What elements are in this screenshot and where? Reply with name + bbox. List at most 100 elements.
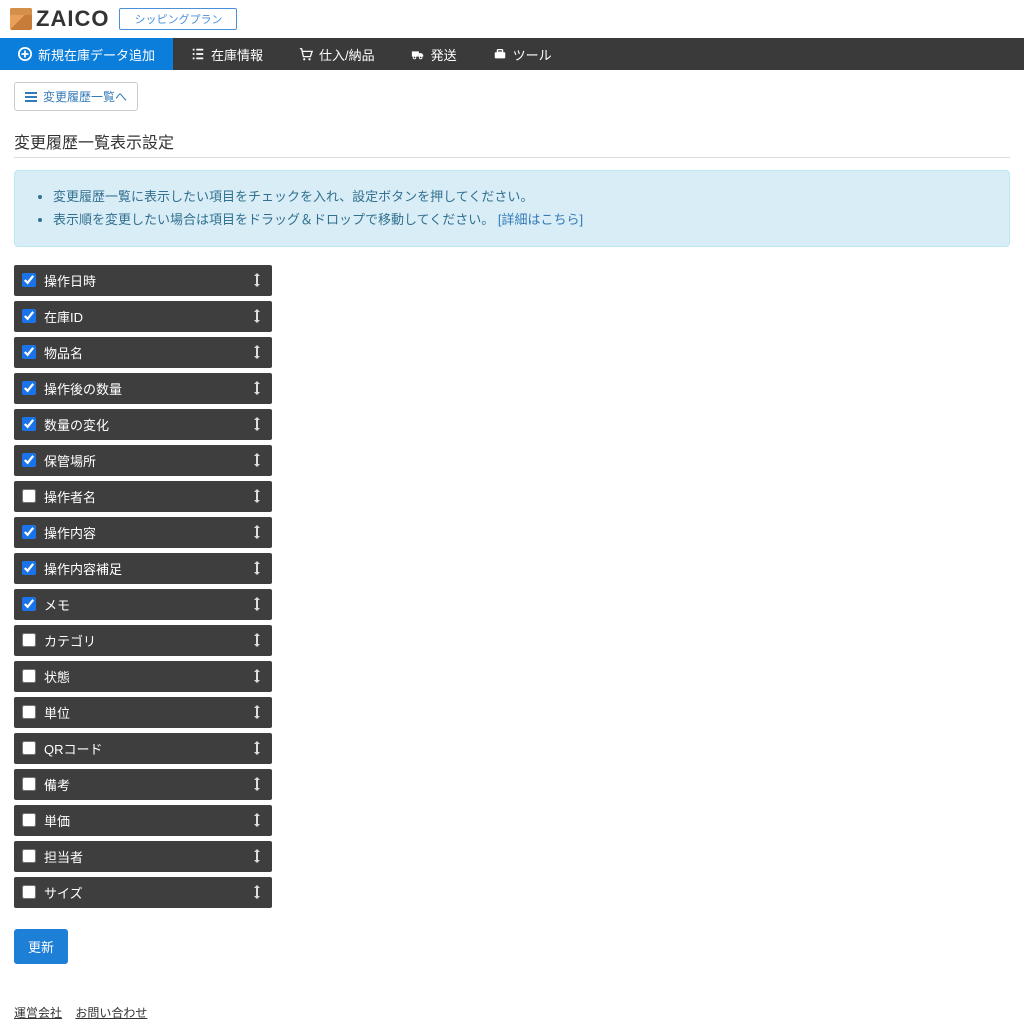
toolbox-icon	[493, 47, 507, 61]
field-label: 操作日時	[44, 271, 250, 290]
field-checkbox[interactable]	[22, 345, 36, 359]
footer-company-link[interactable]: 運営会社	[14, 1006, 62, 1020]
content: 変更履歴一覧へ 変更履歴一覧表示設定 変更履歴一覧に表示したい項目をチェックを入…	[0, 70, 1024, 994]
field-row[interactable]: 単位	[14, 697, 272, 728]
list-icon	[191, 47, 205, 61]
drag-handle-icon[interactable]	[250, 667, 264, 685]
field-checkbox[interactable]	[22, 777, 36, 791]
field-label: 操作後の数量	[44, 379, 250, 398]
field-checkbox[interactable]	[22, 633, 36, 647]
field-row[interactable]: 数量の変化	[14, 409, 272, 440]
header: ZAICO シッピングプラン	[0, 0, 1024, 38]
field-label: 備考	[44, 775, 250, 794]
field-checkbox[interactable]	[22, 705, 36, 719]
drag-handle-icon[interactable]	[250, 451, 264, 469]
field-row[interactable]: 操作者名	[14, 481, 272, 512]
field-label: 数量の変化	[44, 415, 250, 434]
field-checkbox[interactable]	[22, 741, 36, 755]
nav-item-1[interactable]: 在庫情報	[173, 38, 281, 70]
field-label: QRコード	[44, 739, 250, 758]
field-checkbox[interactable]	[22, 849, 36, 863]
drag-handle-icon[interactable]	[250, 703, 264, 721]
field-checkbox[interactable]	[22, 381, 36, 395]
field-label: 物品名	[44, 343, 250, 362]
info-line-1: 変更履歴一覧に表示したい項目をチェックを入れ、設定ボタンを押してください。	[53, 185, 991, 208]
drag-handle-icon[interactable]	[250, 271, 264, 289]
field-checkbox[interactable]	[22, 273, 36, 287]
field-row[interactable]: カテゴリ	[14, 625, 272, 656]
field-label: サイズ	[44, 883, 250, 902]
field-label: 保管場所	[44, 451, 250, 470]
field-checkbox[interactable]	[22, 813, 36, 827]
field-list: 操作日時在庫ID 物品名操作後の数量数量の変化保管場所操作者名操作内容操作内容補足…	[14, 265, 272, 908]
field-row[interactable]: メモ	[14, 589, 272, 620]
navbar: 新規在庫データ追加 在庫情報仕入/納品 発送 ツール	[0, 38, 1024, 70]
field-row[interactable]: QRコード	[14, 733, 272, 764]
logo[interactable]: ZAICO	[10, 6, 109, 32]
field-checkbox[interactable]	[22, 309, 36, 323]
field-label: 単位	[44, 703, 250, 722]
back-to-history-button[interactable]: 変更履歴一覧へ	[14, 82, 138, 111]
field-checkbox[interactable]	[22, 669, 36, 683]
field-label: 操作内容補足	[44, 559, 250, 578]
box-icon	[10, 8, 32, 30]
list-icon	[25, 92, 37, 102]
field-checkbox[interactable]	[22, 561, 36, 575]
field-row[interactable]: 操作内容補足	[14, 553, 272, 584]
field-checkbox[interactable]	[22, 597, 36, 611]
field-checkbox[interactable]	[22, 453, 36, 467]
plan-badge[interactable]: シッピングプラン	[119, 8, 237, 30]
field-label: 在庫ID	[44, 307, 250, 326]
field-checkbox[interactable]	[22, 417, 36, 431]
field-checkbox[interactable]	[22, 489, 36, 503]
drag-handle-icon[interactable]	[250, 883, 264, 901]
field-row[interactable]: 担当者	[14, 841, 272, 872]
update-button[interactable]: 更新	[14, 929, 68, 964]
page-title: 変更履歴一覧表示設定	[14, 129, 1010, 158]
drag-handle-icon[interactable]	[250, 739, 264, 757]
field-row[interactable]: 操作後の数量	[14, 373, 272, 404]
cart-icon	[299, 47, 313, 61]
field-label: カテゴリ	[44, 631, 250, 650]
nav-item-2[interactable]: 仕入/納品	[281, 38, 393, 70]
field-row[interactable]: 在庫ID	[14, 301, 272, 332]
drag-handle-icon[interactable]	[250, 775, 264, 793]
drag-handle-icon[interactable]	[250, 415, 264, 433]
field-label: 単価	[44, 811, 250, 830]
nav-item-3[interactable]: 発送	[393, 38, 475, 70]
field-checkbox[interactable]	[22, 525, 36, 539]
truck-icon	[411, 47, 425, 61]
field-row[interactable]: 単価	[14, 805, 272, 836]
nav-item-label: 新規在庫データ追加	[38, 45, 155, 64]
nav-item-label: 発送	[431, 45, 457, 64]
drag-handle-icon[interactable]	[250, 307, 264, 325]
drag-handle-icon[interactable]	[250, 631, 264, 649]
plus-circle-icon	[18, 47, 32, 61]
field-row[interactable]: 操作内容	[14, 517, 272, 548]
drag-handle-icon[interactable]	[250, 595, 264, 613]
drag-handle-icon[interactable]	[250, 847, 264, 865]
nav-item-0[interactable]: 新規在庫データ追加	[0, 38, 173, 70]
drag-handle-icon[interactable]	[250, 343, 264, 361]
logo-text: ZAICO	[36, 6, 109, 32]
field-row[interactable]: 操作日時	[14, 265, 272, 296]
drag-handle-icon[interactable]	[250, 811, 264, 829]
nav-item-label: ツール	[513, 45, 552, 64]
drag-handle-icon[interactable]	[250, 559, 264, 577]
field-row[interactable]: 備考	[14, 769, 272, 800]
nav-item-4[interactable]: ツール	[475, 38, 570, 70]
drag-handle-icon[interactable]	[250, 523, 264, 541]
field-row[interactable]: 物品名	[14, 337, 272, 368]
nav-item-label: 在庫情報	[211, 45, 263, 64]
drag-handle-icon[interactable]	[250, 487, 264, 505]
field-row[interactable]: 状態	[14, 661, 272, 692]
field-checkbox[interactable]	[22, 885, 36, 899]
footer-contact-link[interactable]: お問い合わせ	[75, 1006, 147, 1020]
field-row[interactable]: サイズ	[14, 877, 272, 908]
field-label: 操作者名	[44, 487, 250, 506]
footer: 運営会社 お問い合わせ	[0, 994, 1024, 1031]
field-label: 担当者	[44, 847, 250, 866]
drag-handle-icon[interactable]	[250, 379, 264, 397]
field-row[interactable]: 保管場所	[14, 445, 272, 476]
details-link[interactable]: [詳細はこちら]	[498, 212, 583, 227]
